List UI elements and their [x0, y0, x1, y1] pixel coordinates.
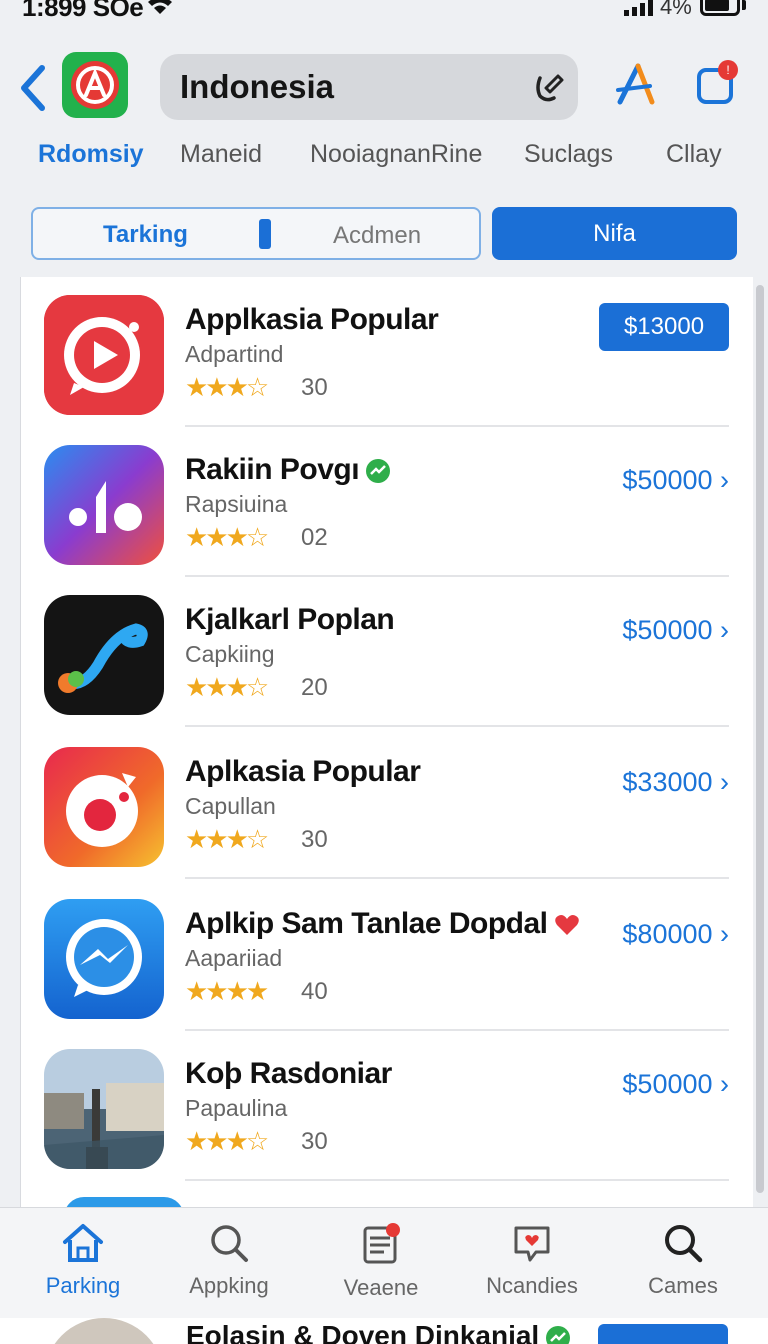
segment-right[interactable]: Acdmen: [333, 222, 421, 250]
app-developer: Capkiing: [185, 641, 275, 667]
app-store-icon[interactable]: [614, 62, 658, 106]
star-rating: ★★★☆: [185, 1126, 269, 1156]
tab-label: Cames: [648, 1273, 718, 1298]
rating-count: 40: [301, 978, 328, 1005]
app-logo[interactable]: [62, 52, 128, 118]
house-icon: [63, 1224, 103, 1262]
search-bar[interactable]: Indonesia: [160, 54, 578, 120]
app-icon: [44, 747, 164, 867]
tab-parking[interactable]: Parking: [8, 1222, 158, 1299]
app-name: Kjalkarl Poplan: [185, 603, 395, 636]
price-link[interactable]: $33000 ›: [622, 767, 729, 798]
star-rating: ★★★★: [185, 976, 269, 1006]
segment-left[interactable]: Tarking: [103, 221, 188, 249]
app-row[interactable]: Rakiin Povgı Rapsiuina ★★★☆ 02 $50000 ›: [21, 427, 753, 577]
tab-label: Parking: [45, 1273, 121, 1298]
tab-label: Veaene: [343, 1275, 419, 1300]
app-developer: Capullan: [185, 793, 276, 819]
category-tab[interactable]: Rdomsiy: [38, 140, 144, 169]
segment-divider: [259, 219, 271, 249]
star-rating: ★★★☆: [185, 672, 269, 702]
category-tab[interactable]: Suclags: [524, 140, 613, 169]
status-bar: 1:899 SOe 4%: [0, 0, 768, 22]
trending-badge-icon: [366, 459, 391, 484]
search-icon: [211, 1225, 248, 1262]
app-developer: Rapsiuina: [185, 491, 288, 517]
category-tab[interactable]: Maneid: [180, 140, 262, 169]
app-icon: [44, 899, 164, 1019]
battery-icon: [700, 0, 740, 16]
price-link[interactable]: $50000 ›: [622, 465, 729, 496]
star-rating: ★★★☆: [185, 824, 269, 854]
price-link[interactable]: $50000 ›: [622, 1069, 729, 1100]
category-tabs: Rdomsiy Maneid NooiagnanRine Suclags Cll…: [0, 140, 768, 184]
tab-label: Ncandies: [486, 1273, 578, 1298]
star-rating: ★★★☆: [185, 372, 269, 402]
app-developer: Aapariiad: [185, 945, 283, 971]
category-tab[interactable]: NooiagnanRine: [310, 140, 482, 169]
peek-title: Eolasin & Doven Dinkanial: [186, 1320, 571, 1344]
app-name: Aplkip Sam Tanlae Dopdal: [185, 907, 580, 941]
wifi-icon: [148, 0, 172, 14]
search-icon: [665, 1225, 703, 1263]
heart-card-icon: [514, 1226, 550, 1262]
tab-appking[interactable]: Appking: [154, 1222, 304, 1299]
app-icon: [44, 295, 164, 415]
app-row[interactable]: Aplkasia Popular Capullan ★★★☆ 30 $33000…: [21, 729, 753, 879]
price-button[interactable]: $13000: [599, 303, 729, 351]
price-link[interactable]: $50000 ›: [622, 615, 729, 646]
app-developer: Adpartind: [185, 341, 284, 367]
app-icon: [44, 595, 164, 715]
app-name: Applkasia Popular: [185, 303, 439, 336]
divider: [185, 725, 729, 727]
divider: [185, 877, 729, 879]
app-row[interactable]: Kjalkarl Poplan Capkiing ★★★☆ 20 $50000 …: [21, 577, 753, 727]
search-input[interactable]: Indonesia: [180, 68, 334, 106]
news-icon: [363, 1223, 400, 1264]
tab-ncandies[interactable]: Ncandies: [457, 1222, 607, 1299]
rating-count: 20: [301, 674, 328, 701]
app-row[interactable]: Applkasia Popular Adpartind ★★★☆ 30 $130…: [21, 277, 753, 427]
app-row[interactable]: Aplkip Sam Tanlae Dopdal Aapariiad ★★★★ …: [21, 881, 753, 1031]
rating-count: 30: [301, 374, 328, 401]
app-icon-partial: [64, 1197, 184, 1207]
trending-badge-icon: [546, 1325, 571, 1344]
logo-mark: [71, 61, 119, 109]
app-developer: Papaulina: [185, 1095, 288, 1121]
next-item-peek[interactable]: Eolasin & Doven Dinkanial: [0, 1318, 768, 1344]
tab-cames[interactable]: Cames: [608, 1222, 758, 1299]
tab-veaene[interactable]: Veaene: [306, 1222, 456, 1301]
status-time: 1:899 SOe: [22, 0, 144, 22]
heart-badge-icon: [554, 915, 579, 936]
price-link[interactable]: $80000 ›: [622, 919, 729, 950]
back-chevron-icon[interactable]: [14, 64, 54, 112]
rating-count: 02: [301, 524, 328, 551]
app-icon: [44, 445, 164, 565]
app-row[interactable]: Koþ Rasdoniar Papaulina ★★★☆ 30 $50000 ›: [21, 1031, 753, 1181]
rating-count: 30: [301, 1128, 328, 1155]
edit-icon[interactable]: [532, 70, 564, 104]
scrollbar[interactable]: [756, 285, 764, 1193]
tab-bar: Parking Appking Veaene Ncandies Cames: [0, 1207, 768, 1318]
battery-percent: 4%: [660, 0, 692, 19]
signal-icon: [624, 0, 653, 16]
app-name: Aplkasia Popular: [185, 755, 421, 788]
avatar: [44, 1318, 164, 1344]
app-name: Rakiin Povgı: [185, 453, 391, 487]
segmented-control: Tarking Acdmen: [31, 207, 481, 260]
segment-button[interactable]: Nifa: [492, 207, 737, 260]
battery-nub: [742, 0, 746, 10]
app-name: Koþ Rasdoniar: [185, 1057, 392, 1090]
divider: [185, 1179, 729, 1181]
notification-badge: !: [718, 60, 738, 80]
rating-count: 30: [301, 826, 328, 853]
app-icon: [44, 1049, 164, 1169]
tab-label: Appking: [189, 1273, 269, 1298]
app-list: Applkasia Popular Adpartind ★★★☆ 30 $130…: [20, 277, 753, 1207]
price-button[interactable]: [598, 1324, 728, 1344]
category-tab[interactable]: Cllay: [666, 140, 722, 169]
star-rating: ★★★☆: [185, 522, 269, 552]
